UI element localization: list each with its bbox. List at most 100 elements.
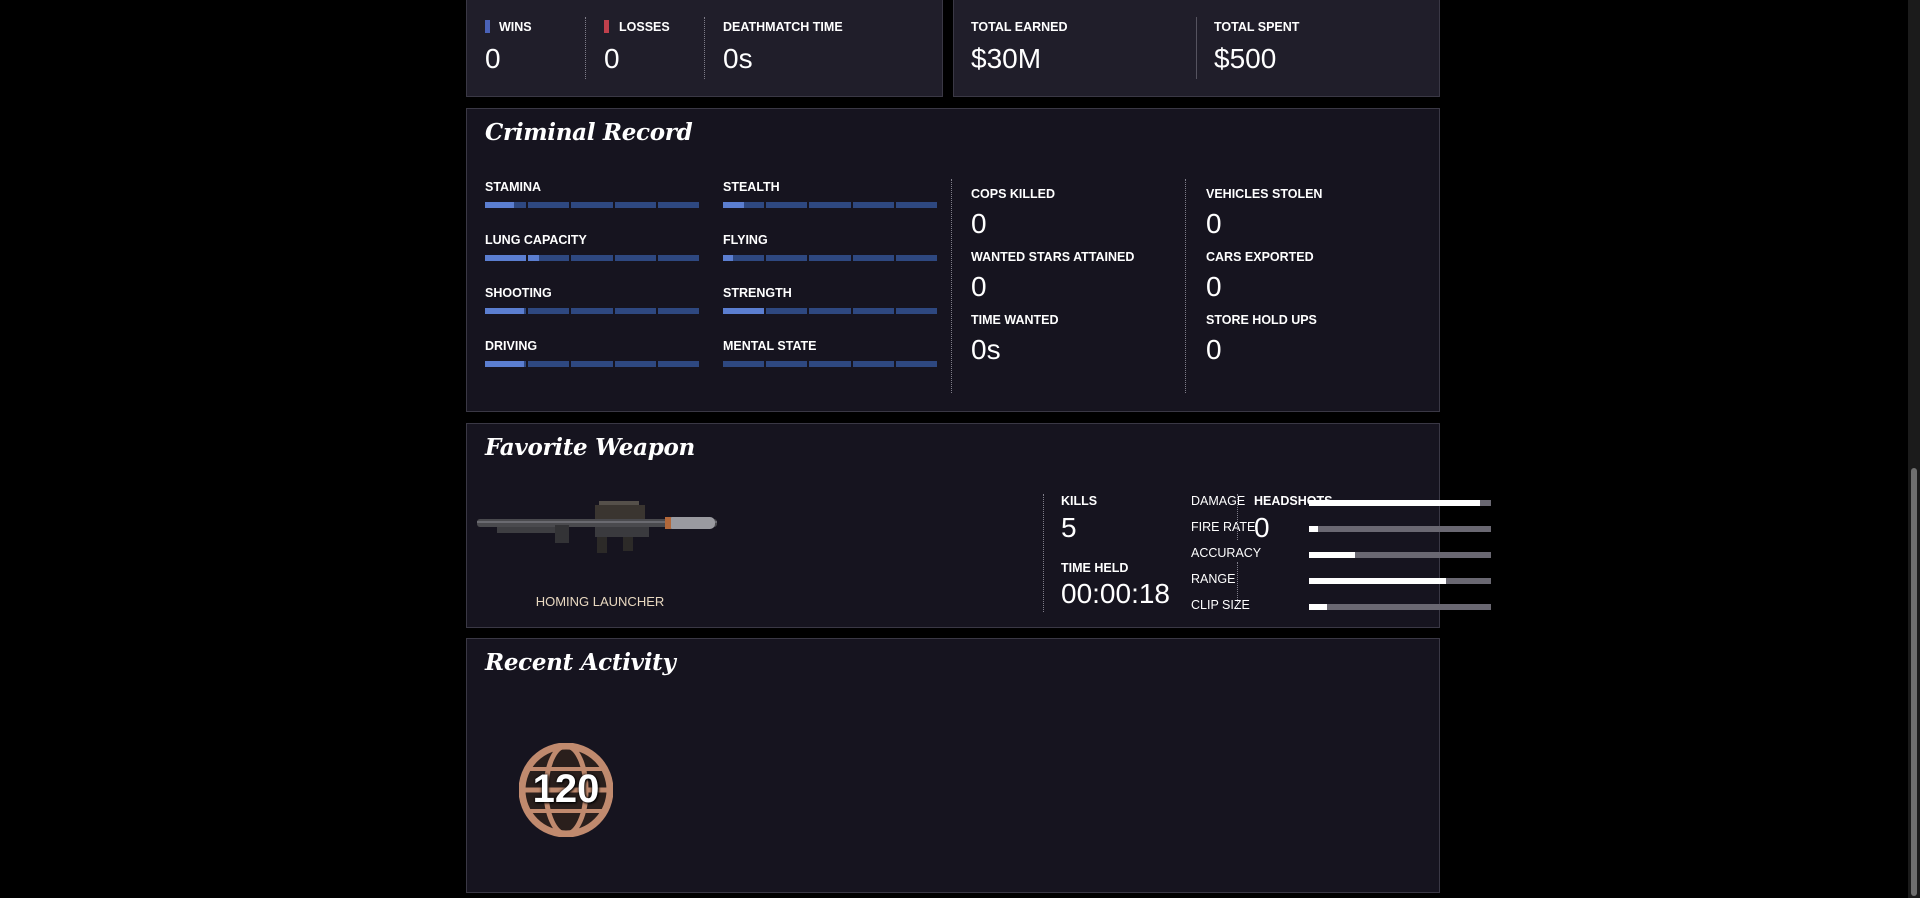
divider xyxy=(704,17,705,79)
losses-marker xyxy=(604,20,609,33)
skill-bar-segment xyxy=(657,361,700,367)
favorite-weapon-panel: Favorite Weapon HOMING LAUNCHER DAMAGE F… xyxy=(466,423,1491,628)
skill-driving: DRIVING xyxy=(485,339,700,367)
skill-bar-fill xyxy=(485,202,514,208)
scrollbar-thumb[interactable] xyxy=(1911,468,1917,896)
skill-label: SHOOTING xyxy=(485,286,552,300)
skill-bar-fill xyxy=(485,361,525,367)
weapon-stat-fill xyxy=(1309,500,1481,506)
weapon-name: HOMING LAUNCHER xyxy=(535,594,665,609)
weapon-stat-range: RANGE xyxy=(1191,572,1491,588)
skill-bar-segment xyxy=(528,308,570,314)
total-spent-value: $500 xyxy=(1214,43,1277,74)
skill-bar-segment xyxy=(571,202,613,208)
skill-bar xyxy=(485,308,700,314)
homing-launcher-icon xyxy=(477,501,717,553)
rank-number: 120 xyxy=(532,767,600,811)
skill-bar-segment xyxy=(614,202,656,208)
headshots-label: HEADSHOTS xyxy=(1254,494,1333,508)
skill-lung-capacity: LUNG CAPACITY xyxy=(485,233,700,261)
skill-bar-segment xyxy=(614,361,656,367)
time-wanted-value: 0s xyxy=(971,334,1001,365)
wins-label: WINS xyxy=(499,20,532,34)
store-holdups-label: STORE HOLD UPS xyxy=(1206,313,1317,327)
time-wanted-label: TIME WANTED xyxy=(971,313,1059,327)
criminal-record-title: Criminal Record xyxy=(485,119,693,146)
skill-label: MENTAL STATE xyxy=(723,339,817,353)
skill-bar-segment xyxy=(528,202,570,208)
skill-bar xyxy=(485,255,700,261)
skill-bar-segment xyxy=(571,255,613,261)
time-held-label: TIME HELD xyxy=(1061,561,1129,575)
skill-bar-fill xyxy=(485,255,527,261)
weapon-stat-label: ACCURACY xyxy=(1191,546,1262,560)
skill-bar-segment xyxy=(614,308,656,314)
skill-bar-fill xyxy=(723,255,734,261)
wanted-stars-label: WANTED STARS ATTAINED xyxy=(971,250,1135,264)
divider xyxy=(1237,562,1238,608)
skill-bar-segment xyxy=(809,308,851,314)
skill-flying: FLYING xyxy=(723,233,938,261)
store-holdups-value: 0 xyxy=(1206,334,1222,365)
wins-value: 0 xyxy=(485,43,501,74)
skill-bar-segment xyxy=(766,361,808,367)
skill-label: STRENGTH xyxy=(723,286,792,300)
skill-bar-segment xyxy=(657,202,700,208)
weapon-stat-track xyxy=(1309,578,1491,584)
skill-label: STEALTH xyxy=(723,180,780,194)
skill-bar-segment xyxy=(809,361,851,367)
headshots-value: 0 xyxy=(1254,512,1270,543)
skill-bar-fill xyxy=(723,202,744,208)
time-held-value: 00:00:18 xyxy=(1061,578,1170,609)
wins-marker xyxy=(485,20,490,33)
skill-bar xyxy=(723,255,938,261)
total-spent-label: TOTAL SPENT xyxy=(1214,20,1300,34)
skill-stamina: STAMINA xyxy=(485,180,700,208)
skill-bar-segment xyxy=(895,202,938,208)
weapon-stat-label: FIRE RATE xyxy=(1191,520,1256,534)
skill-stealth: STEALTH xyxy=(723,180,938,208)
kills-label: KILLS xyxy=(1061,494,1098,508)
skill-bar-segment xyxy=(723,361,765,367)
skill-shooting: SHOOTING xyxy=(485,286,700,314)
page-scrollbar[interactable] xyxy=(1908,0,1920,898)
wanted-stars-value: 0 xyxy=(971,271,987,302)
divider xyxy=(1043,494,1044,612)
weapon-stat-track xyxy=(1309,552,1491,558)
weapon-stat-accuracy: ACCURACY xyxy=(1191,546,1491,562)
cars-exported-value: 0 xyxy=(1206,271,1222,302)
total-earned-label: TOTAL EARNED xyxy=(971,20,1068,34)
rank-badge: 120 xyxy=(519,743,613,837)
weapon-stat-damage: DAMAGE xyxy=(1191,494,1491,510)
skill-label: FLYING xyxy=(723,233,768,247)
skill-label: LUNG CAPACITY xyxy=(485,233,587,247)
skill-bar-segment xyxy=(766,308,808,314)
skill-bar-segment xyxy=(852,308,894,314)
recent-activity-panel: Recent Activity 120 xyxy=(466,638,1440,893)
weapon-stat-track xyxy=(1309,526,1491,532)
weapon-stat-fill xyxy=(1309,526,1319,532)
deathmatch-panel: WINS 0 LOSSES 0 DEATHMATCH TIME 0s xyxy=(466,0,943,97)
weapon-stat-label: RANGE xyxy=(1191,572,1236,586)
vehicles-stolen-label: VEHICLES STOLEN xyxy=(1206,187,1323,201)
kills-value: 5 xyxy=(1061,512,1077,543)
deathmatch-time-value: 0s xyxy=(723,43,753,74)
losses-label: LOSSES xyxy=(619,20,670,34)
weapon-stat-label: CLIP SIZE xyxy=(1191,598,1250,612)
skill-bar-fill xyxy=(723,308,765,314)
weapon-stat-track xyxy=(1309,604,1491,610)
skill-bar-segment xyxy=(895,308,938,314)
skill-bar-segment xyxy=(657,255,700,261)
skill-bar-segment xyxy=(723,202,765,208)
weapon-stat-clip-size: CLIP SIZE xyxy=(1191,598,1491,614)
skill-label: DRIVING xyxy=(485,339,538,353)
cars-exported-label: CARS EXPORTED xyxy=(1206,250,1314,264)
skill-bar-segment xyxy=(895,361,938,367)
skill-mental-state: MENTAL STATE xyxy=(723,339,938,367)
skill-bar-segment xyxy=(723,255,765,261)
skill-bar xyxy=(485,202,700,208)
skill-bar-segment xyxy=(528,361,570,367)
skill-bar-segment xyxy=(485,255,527,261)
skill-bar-fill xyxy=(485,308,525,314)
skill-bar xyxy=(485,361,700,367)
